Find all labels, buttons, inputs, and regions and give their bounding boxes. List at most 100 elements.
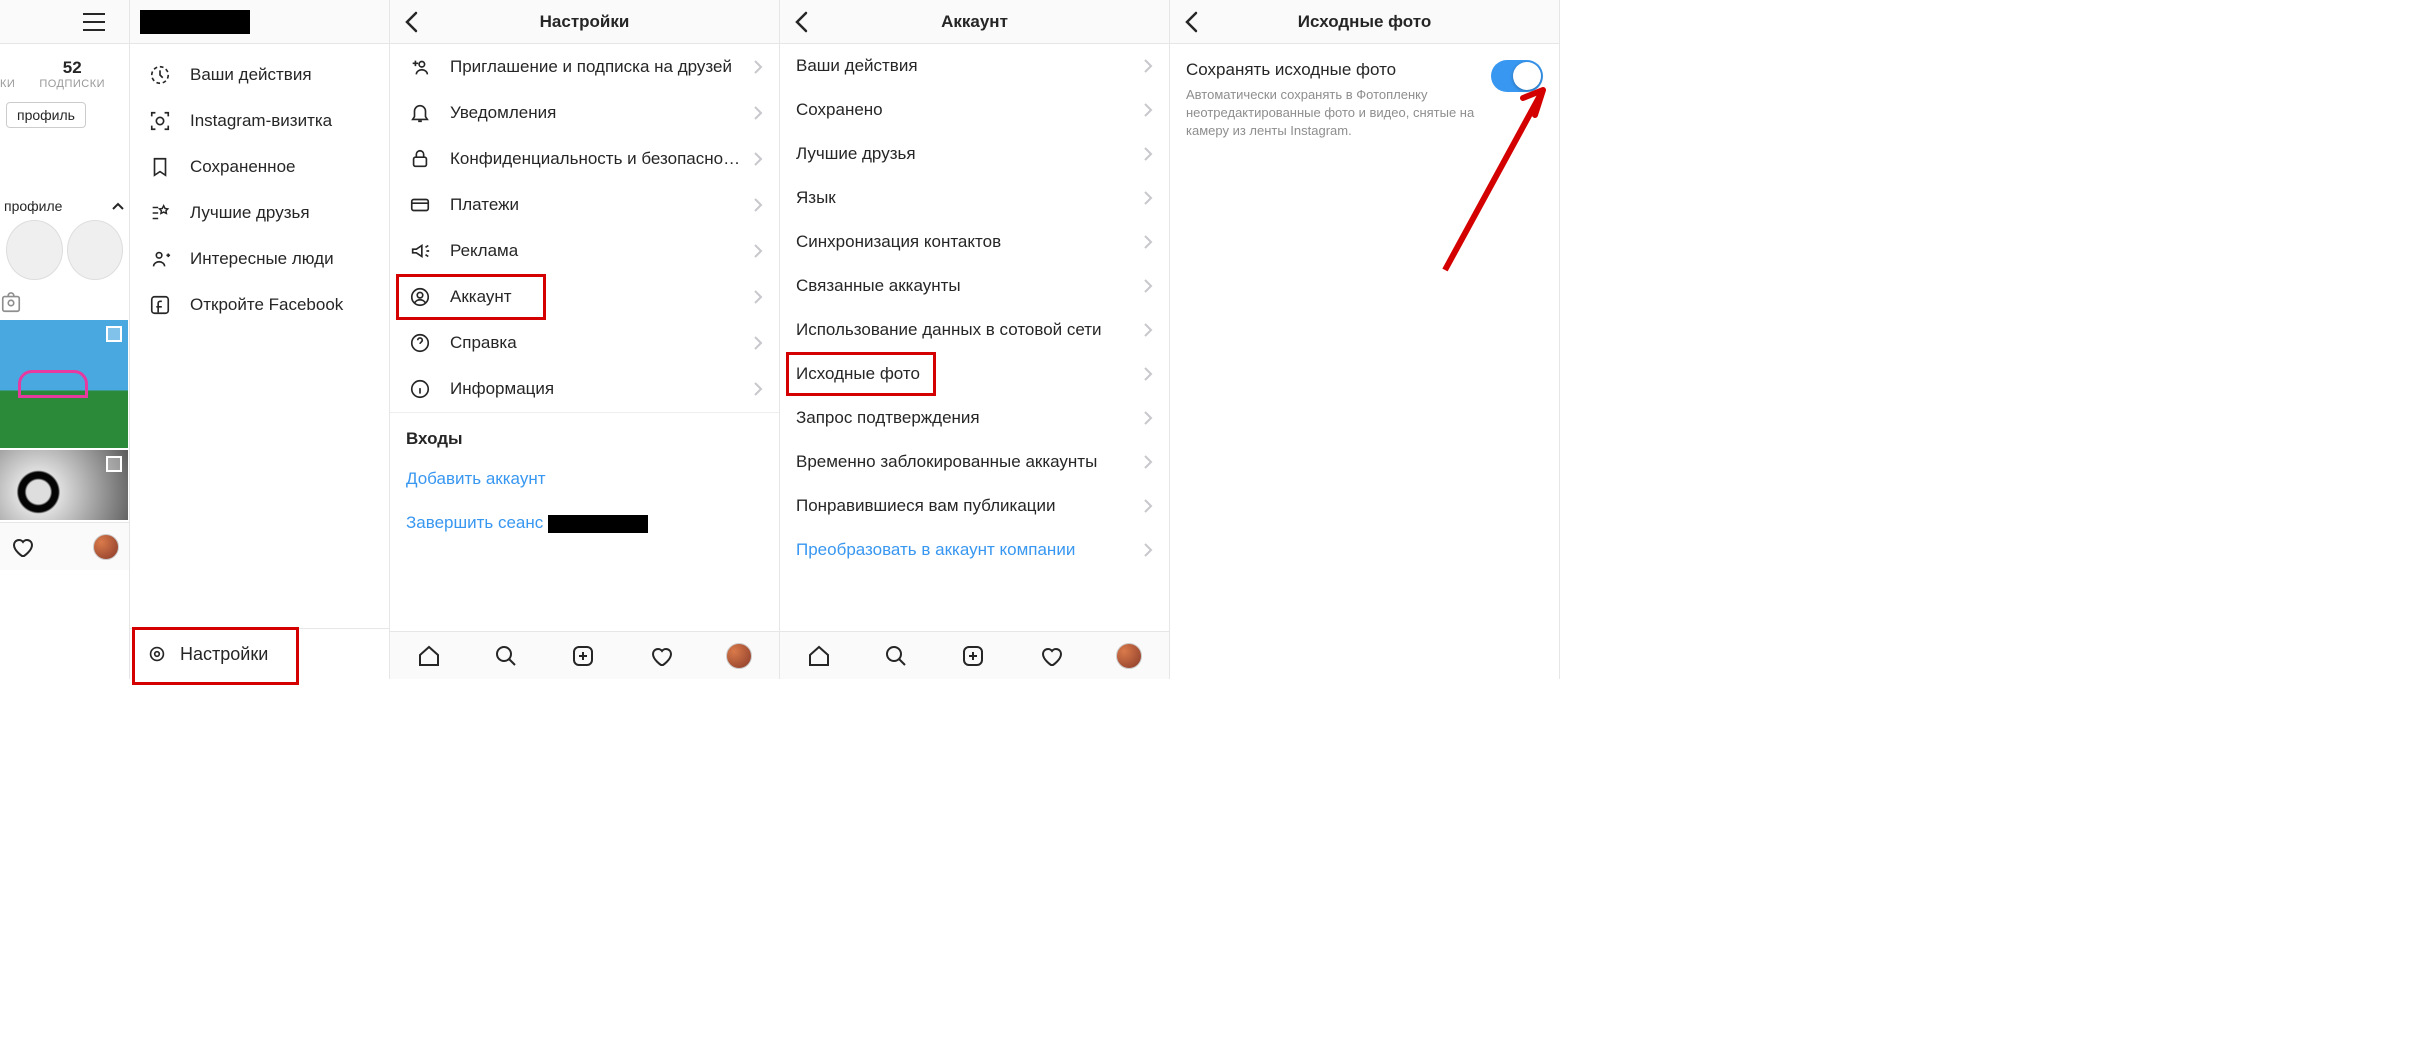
settings-notifications[interactable]: Уведомления [390,90,779,136]
settings-account[interactable]: Аккаунт [390,274,779,320]
settings-privacy-security[interactable]: Конфиденциальность и безопасно… [390,136,779,182]
bookmark-icon [146,156,174,178]
logins-section-header: Входы [390,413,779,457]
chevron-right-icon [1143,278,1153,294]
settings-help[interactable]: Справка [390,320,779,366]
account-item[interactable]: Преобразовать в аккаунт компании [780,528,1169,562]
chevron-right-icon [753,105,763,121]
settings-about[interactable]: Информация [390,366,779,413]
back-icon[interactable] [1184,11,1198,33]
closefriends-icon [146,202,174,224]
add-post-icon[interactable] [961,644,985,668]
chevron-right-icon [753,381,763,397]
edit-profile-button[interactable]: профиль [6,102,86,128]
menu-close-friends[interactable]: Лучшие друзья [130,190,389,236]
add-account-link[interactable]: Добавить аккаунт [390,457,779,501]
nametag-icon [146,110,174,132]
settings-invite-friends[interactable]: Приглашение и подписка на друзей [390,44,779,90]
chevron-right-icon [1143,542,1153,558]
account-item-label: Преобразовать в аккаунт компании [796,540,1143,560]
profile-avatar-icon[interactable] [93,534,119,560]
menu-open-facebook[interactable]: Откройте Facebook [130,282,389,328]
account-item-label: Связанные аккаунты [796,276,1143,296]
account-item[interactable]: Синхронизация контактов [780,220,1169,264]
menu-nametag[interactable]: Instagram-визитка [130,98,389,144]
heart-icon[interactable] [10,535,34,559]
account-item[interactable]: Запрос подтверждения [780,396,1169,440]
chevron-right-icon [1143,146,1153,162]
hamburger-icon[interactable] [83,13,105,31]
home-icon[interactable] [417,644,441,668]
chevron-right-icon [753,289,763,305]
profile-avatar-icon[interactable] [726,643,752,669]
header-original-photos: Исходные фото [1170,0,1559,44]
profile-hint-text: профиле [4,198,62,214]
account-item[interactable]: Язык [780,176,1169,220]
activity-icon [146,64,174,86]
chevron-right-icon [1143,454,1153,470]
ads-icon [406,240,434,262]
chevron-right-icon [753,59,763,75]
chevron-right-icon [1143,102,1153,118]
panel-original-photos: Исходные фото Сохранять исходные фото Ав… [1170,0,1560,679]
account-item-label: Синхронизация контактов [796,232,1143,252]
photo-thumb[interactable] [0,320,128,448]
account-item[interactable]: Временно заблокированные аккаунты [780,440,1169,484]
chevron-right-icon [1143,58,1153,74]
info-icon [406,378,434,400]
menu-your-activity[interactable]: Ваши действия [130,52,389,98]
back-icon[interactable] [794,11,808,33]
chevron-right-icon [753,197,763,213]
story-highlight-circle[interactable] [6,220,63,280]
pref-description: Автоматически сохранять в Фотопленку нео… [1186,86,1491,141]
heart-icon[interactable] [649,644,673,668]
lock-icon [406,148,434,170]
tagged-tab-icon[interactable] [0,286,129,320]
save-original-photos-toggle[interactable] [1491,60,1543,92]
tab-bar [780,631,1169,679]
chevron-right-icon [1143,190,1153,206]
account-item[interactable]: Исходные фото [780,352,1169,396]
account-item-label: Язык [796,188,1143,208]
logout-link[interactable]: Завершить сеанс [390,501,779,545]
panel-account: Аккаунт Ваши действия Сохранено Лучшие дру… [780,0,1170,679]
multi-photo-icon [106,326,122,342]
pref-title: Сохранять исходные фото [1186,60,1491,80]
back-icon[interactable] [404,11,418,33]
settings-payments[interactable]: Платежи [390,182,779,228]
header-account: Аккаунт [780,0,1169,44]
account-item[interactable]: Понравившиеся вам публикации [780,484,1169,528]
search-icon[interactable] [494,644,518,668]
account-item[interactable]: Связанные аккаунты [780,264,1169,308]
story-highlight-circle[interactable] [67,220,124,280]
menu-discover-people[interactable]: Интересные люди [130,236,389,282]
home-icon[interactable] [807,644,831,668]
help-icon [406,332,434,354]
account-item[interactable]: Лучшие друзья [780,132,1169,176]
tab-bar [390,631,779,679]
menu-settings[interactable]: Настройки [130,628,389,679]
stat-following[interactable]: 52 подписки [39,58,105,90]
account-item[interactable]: Использование данных в сотовой сети [780,308,1169,352]
heart-icon[interactable] [1039,644,1063,668]
account-item-label: Временно заблокированные аккаунты [796,452,1143,472]
chevron-right-icon [1143,410,1153,426]
profile-avatar-icon[interactable] [1116,643,1142,669]
account-item-label: Сохранено [796,100,1143,120]
photo-thumb[interactable] [0,450,128,520]
bell-icon [406,102,434,124]
account-item-label: Лучшие друзья [796,144,1143,164]
panel-settings: Настройки Приглашение и подписка на друз… [390,0,780,679]
chevron-up-icon[interactable] [111,199,125,213]
menu-saved[interactable]: Сохраненное [130,144,389,190]
account-item[interactable]: Сохранено [780,88,1169,132]
account-item-label: Использование данных в сотовой сети [796,320,1143,340]
add-post-icon[interactable] [571,644,595,668]
settings-ads[interactable]: Реклама [390,228,779,274]
account-item[interactable]: Ваши действия [780,44,1169,88]
stat-cut: 0 ки [0,58,15,90]
card-icon [406,194,434,216]
invite-icon [406,56,434,78]
search-icon[interactable] [884,644,908,668]
save-original-photos-row: Сохранять исходные фото Автоматически со… [1170,44,1559,157]
